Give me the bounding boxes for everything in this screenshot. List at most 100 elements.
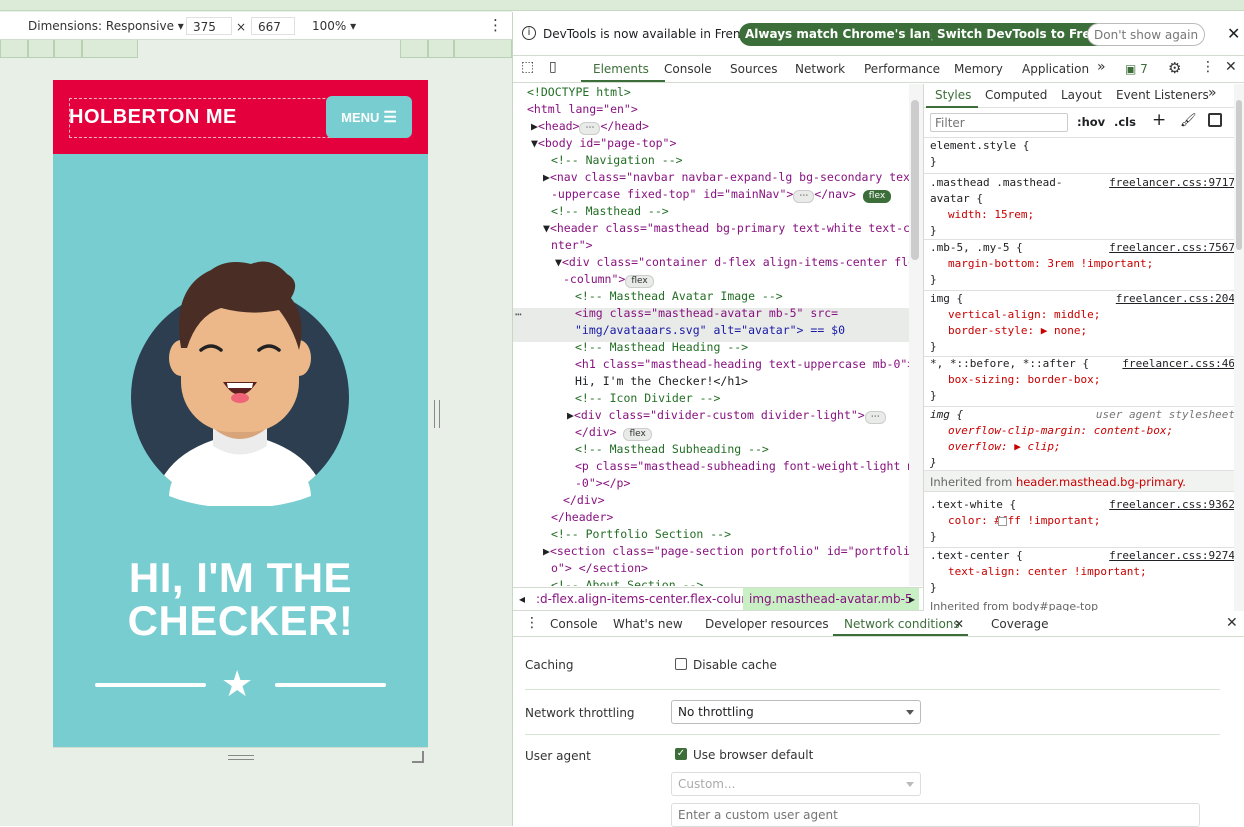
rule-source-link[interactable]: freelancer.css:9274	[1109, 548, 1235, 564]
use-browser-default-checkbox[interactable]: ✓	[675, 748, 687, 760]
dom-line[interactable]: <h1 class="masthead-heading text-upperca…	[575, 356, 909, 373]
color-swatch[interactable]	[998, 517, 1007, 526]
breadcrumb-back-icon[interactable]: ◂	[519, 592, 525, 606]
rule-source-link[interactable]: freelancer.css:46	[1122, 356, 1235, 372]
dom-line[interactable]: ▶<head> ⋯ </head>	[531, 118, 649, 135]
close-tab-icon[interactable]: ✕	[954, 617, 964, 631]
dom-line[interactable]: nter">	[551, 237, 593, 254]
media-query-bar[interactable]	[28, 40, 54, 58]
drawer-tab-coverage[interactable]: Coverage	[991, 617, 1049, 631]
media-query-bar[interactable]	[82, 40, 138, 58]
rule-source-link[interactable]: freelancer.css:9362	[1109, 497, 1235, 513]
rule-source-link[interactable]: freelancer.css:7567	[1109, 240, 1235, 256]
more-tabs-icon[interactable]: »	[1097, 59, 1106, 75]
dom-line[interactable]: Hi, I'm the Checker!</h1>	[575, 373, 748, 390]
issues-badge[interactable]: ▣ 7	[1125, 62, 1148, 76]
hover-state-toggle[interactable]: :hov	[1077, 115, 1105, 129]
media-query-bar[interactable]	[54, 40, 82, 58]
rule-source-link[interactable]: freelancer.css:204	[1116, 291, 1235, 307]
dom-line[interactable]: <!-- Portfolio Section -->	[551, 526, 731, 543]
disable-cache-label[interactable]: Disable cache	[693, 658, 777, 672]
tab-performance[interactable]: Performance	[864, 62, 940, 76]
css-property[interactable]: text-align: center !important;	[930, 564, 1235, 580]
style-rule[interactable]: *, *::before, *::after { freelancer.css:…	[930, 356, 1235, 404]
tab-sources[interactable]: Sources	[730, 62, 777, 76]
breadcrumb-item-active[interactable]: img.masthead-avatar.mb-5	[743, 588, 919, 610]
dom-line[interactable]: -uppercase fixed-top" id="mainNav"> ⋯ </na…	[551, 186, 892, 203]
style-rule[interactable]: img { user agent stylesheet overflow-cli…	[930, 407, 1235, 471]
dom-line-selected[interactable]: "img/avataaars.svg" alt="avatar"> == $0	[575, 322, 845, 339]
node-actions-icon[interactable]: ⋯	[515, 306, 522, 323]
styles-filter-input[interactable]	[930, 113, 1068, 132]
media-query-bar[interactable]	[454, 40, 512, 58]
toggle-sidebar-icon[interactable]	[1208, 113, 1222, 127]
dom-line[interactable]: <html lang="en">	[527, 101, 638, 118]
dom-line[interactable]: ▶<div class="divider-custom divider-ligh…	[567, 407, 886, 424]
dom-line[interactable]: <!-- Masthead Avatar Image -->	[575, 288, 783, 305]
dimensions-dropdown[interactable]: Dimensions: Responsive ▾	[28, 19, 184, 33]
elements-scrollbar-thumb[interactable]	[911, 100, 919, 260]
width-input[interactable]: 375	[186, 17, 232, 35]
dom-line[interactable]: <!DOCTYPE html>	[527, 84, 631, 101]
media-query-bar[interactable]	[400, 40, 428, 58]
css-property[interactable]: box-sizing: border-box;	[930, 372, 1235, 388]
css-property[interactable]: width: 15rem;	[930, 207, 1235, 223]
dom-line[interactable]: <!-- Masthead Heading -->	[575, 339, 748, 356]
dom-line[interactable]: -column"> flex	[563, 271, 654, 288]
dom-line[interactable]: o"> </section>	[551, 560, 648, 577]
dom-line-selected[interactable]: <img class="masthead-avatar mb-5" src=	[575, 305, 838, 322]
style-rule[interactable]: .text-center { freelancer.css:9274 text-…	[930, 548, 1235, 596]
media-query-bar[interactable]	[0, 40, 28, 58]
tab-styles[interactable]: Styles	[935, 88, 971, 102]
dom-line[interactable]: ▶<section class="page-section portfolio"…	[543, 543, 909, 560]
dom-line[interactable]: </div> flex	[575, 424, 652, 441]
tab-network[interactable]: Network	[795, 62, 845, 76]
use-browser-default-label[interactable]: Use browser default	[693, 748, 813, 762]
more-options-icon[interactable]: ⋮	[488, 16, 503, 34]
style-rule[interactable]: img { freelancer.css:204 vertical-align:…	[930, 291, 1235, 355]
zoom-dropdown[interactable]: 100% ▾	[312, 19, 356, 33]
close-devtools-icon[interactable]: ✕	[1225, 59, 1237, 75]
inherited-selector-link[interactable]: header.masthead.bg-primary.	[1016, 475, 1186, 489]
breadcrumb-item[interactable]: :d-flex.align-items-center.flex-column	[536, 592, 761, 606]
css-property[interactable]: border-style: ▶ none;	[930, 323, 1235, 339]
settings-gear-icon[interactable]: ⚙	[1168, 59, 1181, 77]
corner-resize-icon[interactable]	[412, 751, 424, 763]
styles-scrollbar-thumb[interactable]	[1236, 100, 1242, 250]
disable-cache-checkbox[interactable]	[675, 658, 687, 670]
dom-line[interactable]: <!-- About Section -->	[551, 577, 703, 586]
elements-tree[interactable]: ⋯ <!DOCTYPE html> <html lang="en"> ▶<hea…	[513, 84, 909, 586]
emulated-viewport[interactable]: HOLBERTON ME MENU ☰ HI, I'M THE CHECKER!…	[53, 80, 428, 767]
dom-line[interactable]: -0"></p>	[575, 475, 630, 492]
style-rule[interactable]: element.style { }	[930, 138, 1235, 170]
css-property[interactable]: overflow: ▶ clip;	[930, 439, 1235, 455]
menu-button[interactable]: MENU ☰	[326, 96, 412, 138]
close-drawer-icon[interactable]: ✕	[1226, 615, 1238, 631]
drawer-tab-console[interactable]: Console	[550, 617, 598, 631]
tab-elements[interactable]: Elements	[593, 62, 649, 76]
customize-menu-icon[interactable]: ⋮	[1201, 59, 1215, 75]
drawer-tab-developer-resources[interactable]: Developer resources	[705, 617, 829, 631]
more-subtabs-icon[interactable]: »	[1208, 85, 1217, 101]
tab-layout[interactable]: Layout	[1061, 88, 1102, 102]
dom-line[interactable]: <p class="masthead-subheading font-weigh…	[575, 458, 909, 475]
dont-show-again-button[interactable]: Don't show again	[1087, 23, 1206, 46]
dom-line[interactable]: </div>	[563, 492, 605, 509]
tab-event-listeners[interactable]: Event Listeners	[1116, 88, 1209, 102]
inspect-element-icon[interactable]: ⬚	[521, 59, 534, 75]
dom-line[interactable]: </header>	[551, 509, 613, 526]
dom-line[interactable]: ▼<div class="container d-flex align-item…	[555, 254, 909, 271]
style-rule[interactable]: .text-white { freelancer.css:9362 color:…	[930, 497, 1235, 545]
resize-handle-right[interactable]	[434, 400, 440, 428]
tab-application[interactable]: Application	[1022, 62, 1089, 76]
height-input[interactable]: 667	[251, 17, 295, 35]
style-rule[interactable]: .masthead .masthead- freelancer.css:9717…	[930, 175, 1235, 239]
tab-memory[interactable]: Memory	[954, 62, 1003, 76]
css-property[interactable]: margin-bottom: 3rem !important;	[930, 256, 1235, 272]
device-toggle-icon[interactable]: ▯	[549, 59, 557, 75]
close-icon[interactable]: ✕	[1227, 24, 1240, 43]
rule-source-link[interactable]: freelancer.css:9717	[1109, 175, 1235, 191]
throttling-select[interactable]: No throttling	[671, 700, 921, 724]
css-property[interactable]: color: #fff !important;	[930, 513, 1235, 529]
css-property[interactable]: vertical-align: middle;	[930, 307, 1235, 323]
